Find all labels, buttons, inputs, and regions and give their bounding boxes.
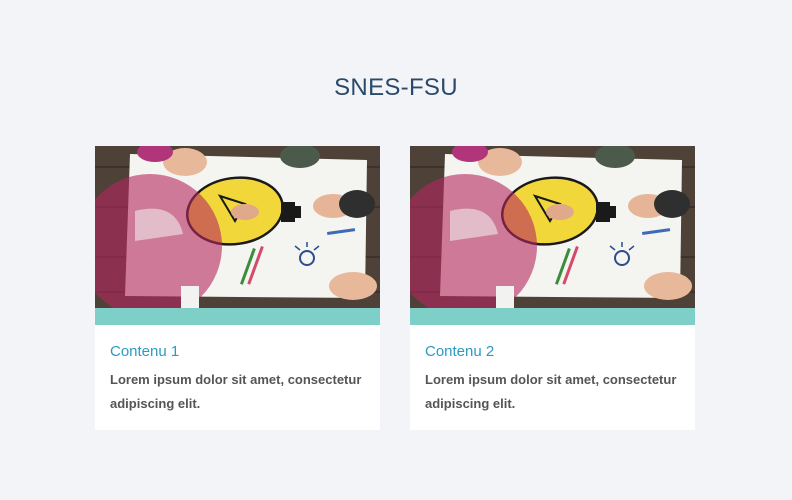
content-card-1[interactable]: Contenu 1 Lorem ipsum dolor sit amet, co… bbox=[95, 146, 380, 430]
content-card-2[interactable]: Contenu 2 Lorem ipsum dolor sit amet, co… bbox=[410, 146, 695, 430]
section-title: SNES-FSU bbox=[334, 74, 458, 101]
card-description: Lorem ipsum dolor sit amet, consectetur … bbox=[425, 372, 677, 411]
card-title-link[interactable]: Contenu 2 bbox=[425, 343, 494, 360]
card-accent-band bbox=[410, 308, 695, 325]
page: SNES-FSU Contenu 1 Lorem ipsum dolor sit… bbox=[0, 0, 792, 500]
card-image[interactable] bbox=[410, 146, 695, 308]
card-accent-band bbox=[95, 308, 380, 325]
lightbulb-illustration-image bbox=[95, 146, 380, 308]
card-image[interactable] bbox=[95, 146, 380, 308]
card-title-link[interactable]: Contenu 1 bbox=[110, 343, 179, 360]
card-description: Lorem ipsum dolor sit amet, consectetur … bbox=[110, 372, 362, 411]
lightbulb-illustration-image bbox=[410, 146, 695, 308]
